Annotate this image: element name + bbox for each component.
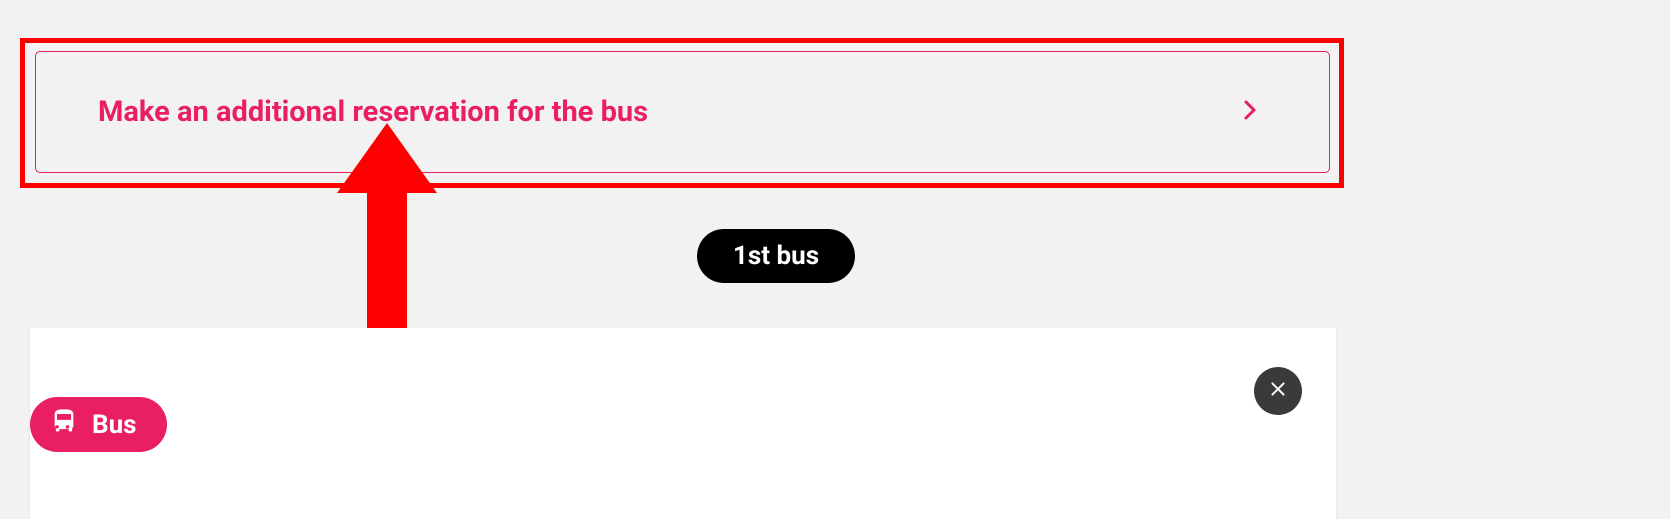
bus-icon: [50, 407, 78, 442]
bus-order-label: 1st bus: [733, 241, 819, 271]
additional-reservation-banner[interactable]: Make an additional reservation for the b…: [35, 51, 1330, 173]
bus-tag-label: Bus: [92, 410, 137, 440]
close-button[interactable]: [1254, 367, 1302, 415]
bus-tag: Bus: [30, 397, 167, 452]
chevron-right-icon: [1243, 99, 1257, 125]
additional-reservation-label: Make an additional reservation for the b…: [98, 95, 648, 129]
bus-card: [30, 328, 1336, 519]
bus-order-badge: 1st bus: [697, 229, 855, 283]
close-icon: [1266, 377, 1290, 405]
